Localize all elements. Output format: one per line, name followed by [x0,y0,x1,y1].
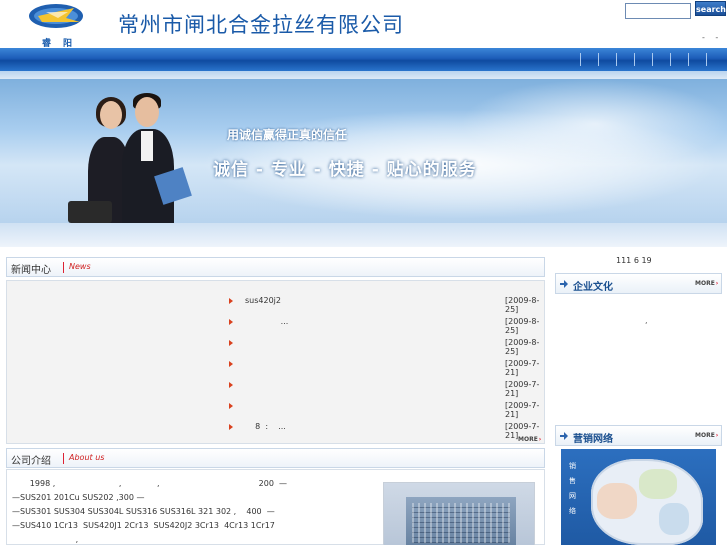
search-input[interactable] [625,3,691,19]
banner-slogan-large: 诚信 - 专业 - 快捷 - 贴心的服务 [213,160,477,180]
news-item-title[interactable]: sus420j2 [245,296,281,305]
news-item-title[interactable]: ... [245,317,289,326]
culture-text: , [645,316,648,325]
sales-title: 营销网络 [573,434,613,445]
news-section-header: 新闻中心 News [6,257,545,277]
culture-title: 企业文化 [573,282,613,293]
bullet-arrow-icon [229,361,233,367]
about-line: —SUS201 201Cu SUS202 ,300 — [12,493,145,502]
list-item[interactable]: [2009-7-21] [7,396,546,419]
sales-more-link[interactable]: MORE [695,432,721,440]
businesswoman-face [100,101,122,129]
company-building-image[interactable] [383,482,535,545]
bullet-arrow-icon [229,424,233,430]
nav-separator [652,53,653,66]
nav-separator [598,53,599,66]
about-title: 公司介绍 [11,456,51,467]
building-windows [412,503,510,543]
list-item[interactable]: sus420j2 [2009-8-25] [7,291,546,314]
banner-slogan-small: 用诚信赢得正真的信任 [227,128,348,142]
map-label: 销售网络 [569,462,576,515]
news-list: sus420j2 [2009-8-25] ... [2009-8-25] [20… [6,280,545,444]
businessman-shirt [141,131,153,161]
title-divider [63,453,64,464]
hero-banner: 用诚信赢得正真的信任 诚信 - 专业 - 快捷 - 贴心的服务 [0,79,727,223]
company-name: 常州市闸北合金拉丝有限公司 [118,13,404,37]
bullet-arrow-icon [229,319,233,325]
main-nav [0,48,727,71]
nav-separator [634,53,635,66]
map-region [659,503,689,535]
nav-separator [580,53,581,66]
about-text: 1998 , , , 200 — —SUS201 201Cu SUS202 ,3… [12,479,374,545]
arrow-right-icon [560,432,568,440]
news-more-link[interactable]: MORE [518,436,544,444]
header-links[interactable]: - - [702,33,722,42]
bullet-arrow-icon [229,403,233,409]
about-content: 1998 , , , 200 — —SUS201 201Cu SUS202 ,3… [6,469,545,545]
businessman-face [135,97,159,127]
sales-section-header: 营销网络 MORE [555,425,722,446]
banner-footer-strip [0,223,727,247]
map-region [597,483,637,519]
about-line: , [12,535,79,544]
news-item-title[interactable]: 8 : ... [245,422,286,431]
title-divider [63,262,64,273]
about-line: 1998 , , , 200 — [12,479,288,488]
nav-separator [616,53,617,66]
nav-separator [670,53,671,66]
site-header: 睿阳 常州市闸北合金拉丝有限公司 search - - [0,0,727,49]
search-button[interactable]: search [695,1,726,16]
news-title: 新闻中心 [11,265,51,276]
briefcase-icon [68,201,112,223]
banner-cloud [460,79,727,169]
about-line: —SUS410 1Cr13 SUS420J1 2Cr13 SUS420J2 3C… [12,521,275,530]
list-item[interactable]: [2009-7-21] [7,375,546,398]
date-display: 111 6 19 [616,256,652,265]
news-title-en: News [69,262,91,271]
bullet-arrow-icon [229,298,233,304]
list-item[interactable]: ... [2009-8-25] [7,312,546,335]
arrow-right-icon [560,280,568,288]
about-line: —SUS301 SUS304 SUS304L SUS316 SUS316L 32… [12,507,275,516]
nav-separator [706,53,707,66]
list-item[interactable]: [2009-8-25] [7,333,546,356]
map-region [639,469,677,499]
about-title-en: About us [69,453,105,462]
nav-strip [0,71,727,79]
about-section-header: 公司介绍 About us [6,448,545,468]
nav-separator [688,53,689,66]
culture-more-link[interactable]: MORE [695,280,721,288]
bullet-arrow-icon [229,340,233,346]
bullet-arrow-icon [229,382,233,388]
culture-section-header: 企业文化 MORE [555,273,722,294]
list-item[interactable]: 8 : ... [2009-7-21] [7,417,546,440]
list-item[interactable]: [2009-7-21] [7,354,546,377]
sales-network-map[interactable]: 销售网络 [561,449,716,545]
